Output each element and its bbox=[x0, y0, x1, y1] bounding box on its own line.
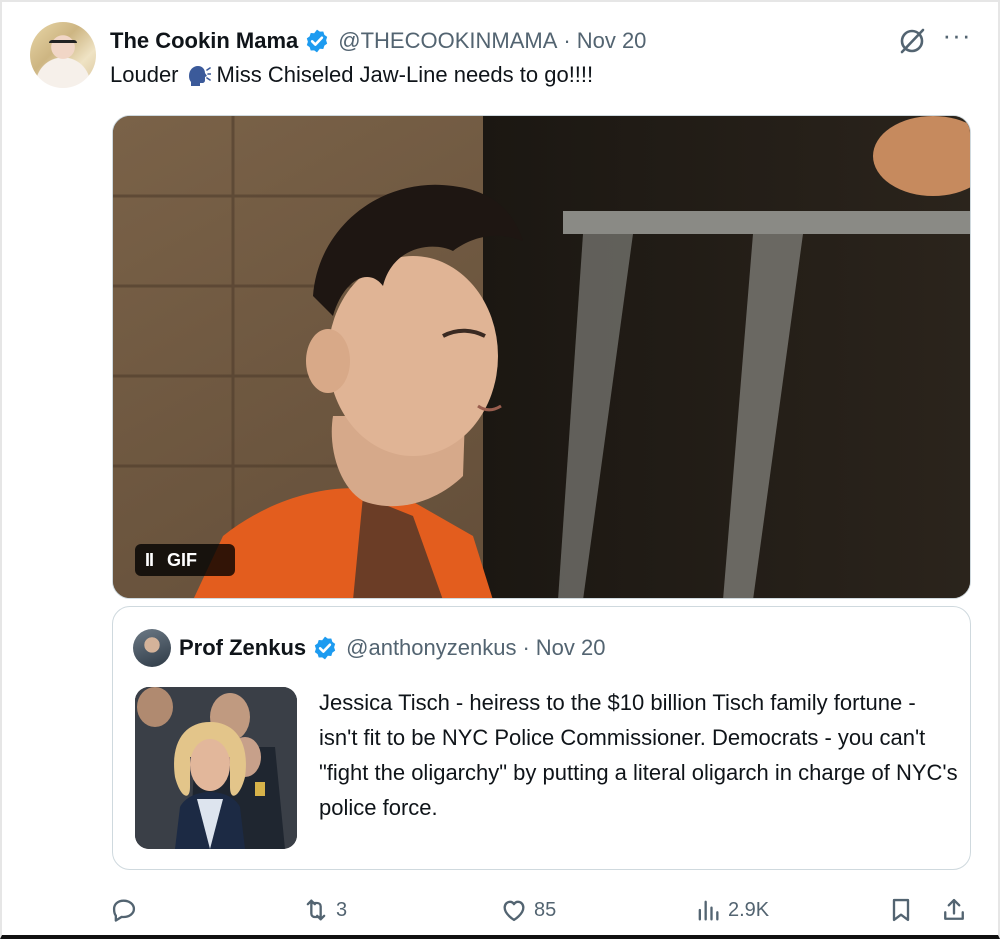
reply-button[interactable] bbox=[110, 888, 144, 932]
share-button[interactable] bbox=[940, 888, 974, 932]
post-text-part-1: Louder bbox=[110, 62, 179, 87]
views-button[interactable]: 2.9K bbox=[694, 888, 769, 932]
gif-label: GIF bbox=[167, 549, 198, 570]
more-options-icon[interactable]: ··· bbox=[942, 22, 972, 54]
separator-dot: · bbox=[522, 635, 530, 660]
heart-icon bbox=[503, 900, 525, 922]
verified-badge-icon bbox=[314, 636, 336, 660]
quoted-date[interactable]: Nov 20 bbox=[536, 635, 606, 661]
author-name[interactable]: The Cookin Mama bbox=[110, 28, 298, 54]
glasses-icon bbox=[49, 40, 77, 49]
like-count: 85 bbox=[534, 898, 557, 921]
gif-frame-illustration bbox=[113, 116, 970, 598]
repost-count: 3 bbox=[336, 898, 348, 921]
verified-badge-icon bbox=[307, 29, 328, 53]
share-icon bbox=[944, 898, 964, 920]
pause-icon[interactable]: II bbox=[145, 550, 154, 571]
gif-badge[interactable]: II GIF bbox=[135, 544, 235, 576]
author-handle[interactable]: @THECOOKINMAMA bbox=[338, 28, 557, 54]
views-count: 2.9K bbox=[728, 898, 770, 921]
gif-media[interactable]: II GIF bbox=[112, 115, 971, 599]
post-date[interactable]: Nov 20 bbox=[577, 28, 647, 54]
like-button[interactable]: 85 bbox=[500, 888, 556, 932]
quoted-tweet[interactable]: Prof Zenkus @anthonyzenkus · Nov 20 Jess… bbox=[112, 606, 971, 870]
post-text-part-2: Miss Chiseled Jaw-Line needs to go!!!! bbox=[216, 62, 594, 87]
repost-button[interactable]: 3 bbox=[302, 888, 347, 932]
separator-dot: · bbox=[563, 28, 571, 53]
quoted-text: Jessica Tisch - heiress to the $10 billi… bbox=[319, 690, 958, 820]
quoted-author-handle[interactable]: @anthonyzenkus bbox=[346, 635, 516, 661]
repost-icon bbox=[306, 899, 326, 921]
grok-icon[interactable] bbox=[897, 26, 927, 56]
author-avatar[interactable] bbox=[30, 22, 96, 88]
reply-icon bbox=[112, 899, 136, 922]
quoted-thumbnail[interactable] bbox=[135, 687, 297, 849]
quoted-author-name[interactable]: Prof Zenkus bbox=[179, 635, 306, 661]
quoted-header: Prof Zenkus @anthonyzenkus · Nov 20 bbox=[179, 631, 606, 665]
quoted-thumbnail-illustration bbox=[135, 687, 297, 849]
bookmark-icon bbox=[892, 898, 910, 922]
action-bar: 3 85 2.9K bbox=[2, 888, 1000, 932]
bookmark-button[interactable] bbox=[887, 888, 921, 932]
analytics-icon bbox=[698, 900, 719, 921]
tweet-card: The Cookin Mama @THECOOKINMAMA · Nov 20 … bbox=[0, 0, 1000, 939]
post-text: Louder Miss Chiseled Jaw-Line needs to g… bbox=[110, 62, 593, 88]
post-header: The Cookin Mama @THECOOKINMAMA · Nov 20 bbox=[110, 24, 646, 58]
speaking-head-icon bbox=[188, 66, 211, 86]
quoted-author-avatar[interactable] bbox=[133, 629, 171, 667]
